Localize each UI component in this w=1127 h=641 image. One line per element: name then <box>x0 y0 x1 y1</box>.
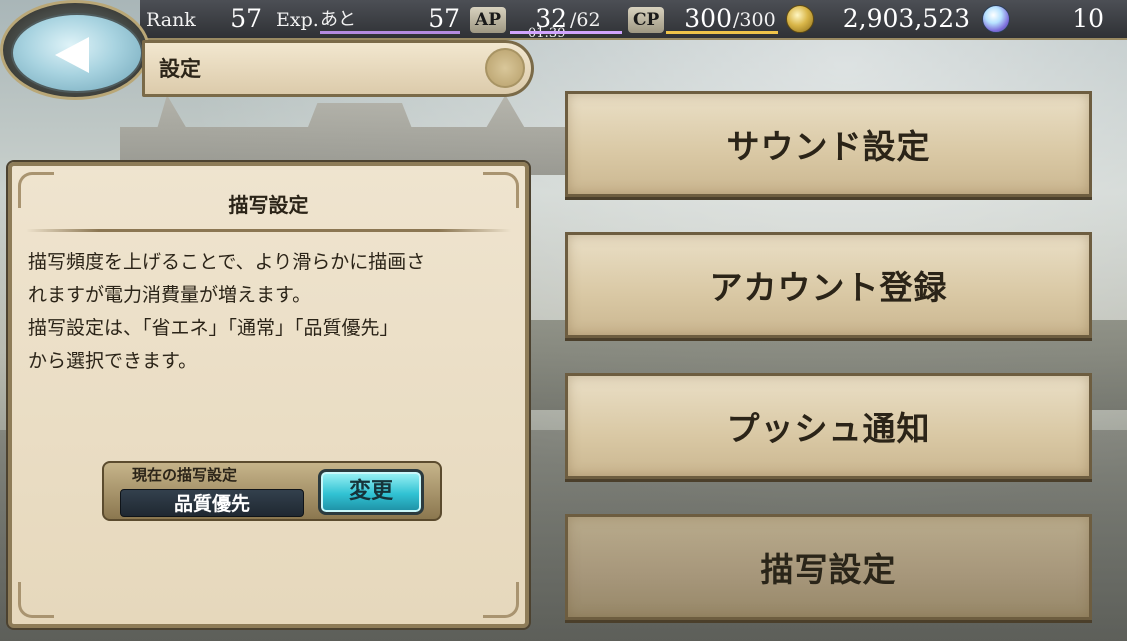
back-arrow-icon <box>55 37 89 73</box>
description-line: 描写設定は、「省エネ」「通常」「品質優先」 <box>28 317 399 339</box>
ap-bar <box>510 31 622 34</box>
menu-button-label: サウンド設定 <box>726 127 931 166</box>
graphics-settings-button[interactable]: 描写設定 <box>565 514 1092 620</box>
gem-value: 10 <box>1072 4 1104 33</box>
exp-label: Exp. <box>276 9 319 31</box>
ap-tag: AP <box>470 7 506 33</box>
status-bar: Rank 57 Exp. あと 57 AP 32 /62 01:39 CP 30… <box>140 0 1127 42</box>
cp-bar <box>666 31 778 34</box>
gem-icon <box>982 5 1010 33</box>
push-notification-button[interactable]: プッシュ通知 <box>565 373 1092 479</box>
account-registration-button[interactable]: アカウント登録 <box>565 232 1092 338</box>
cp-tag: CP <box>628 7 665 33</box>
sound-settings-button[interactable]: サウンド設定 <box>565 91 1092 197</box>
change-button[interactable]: 変更 <box>318 469 424 515</box>
exp-bar <box>320 31 460 34</box>
gold-value: 2,903,523 <box>842 4 970 33</box>
menu-button-label: プッシュ通知 <box>726 409 931 448</box>
rank-value: 57 <box>230 4 262 33</box>
current-setting-label: 現在の描写設定 <box>132 466 238 484</box>
coin-icon <box>786 5 814 33</box>
panel-corner-ornament <box>483 582 519 618</box>
current-setting-widget: 現在の描写設定 品質優先 変更 <box>102 461 442 521</box>
description-line: から選択できます。 <box>28 350 198 372</box>
panel-description: 描写頻度を上げることで、より滑らかに描画さ れますが電力消費量が増えます。 描写… <box>28 246 526 378</box>
panel-corner-ornament <box>18 582 54 618</box>
change-button-label: 変更 <box>348 479 393 504</box>
current-setting-value: 品質優先 <box>173 493 250 515</box>
description-panel: 描写設定 描写頻度を上げることで、より滑らかに描画さ れますが電力消費量が増えま… <box>8 162 529 628</box>
panel-title: 描写設定 <box>228 193 309 217</box>
description-line: 描写頻度を上げることで、より滑らかに描画さ <box>28 251 426 273</box>
header-plate: 設定 <box>142 40 534 97</box>
panel-divider <box>26 229 511 232</box>
current-setting-value-box: 品質優先 <box>120 489 304 517</box>
page-title: 設定 <box>159 57 201 81</box>
back-button[interactable] <box>11 13 143 93</box>
rank-label: Rank <box>146 9 196 31</box>
menu-button-label: アカウント登録 <box>709 268 948 307</box>
description-line: れますが電力消費量が増えます。 <box>28 284 312 306</box>
ornament-icon <box>485 48 525 88</box>
back-button-frame <box>0 0 150 100</box>
menu-button-label: 描写設定 <box>760 550 897 589</box>
ap-timer: 01:39 <box>528 26 565 42</box>
